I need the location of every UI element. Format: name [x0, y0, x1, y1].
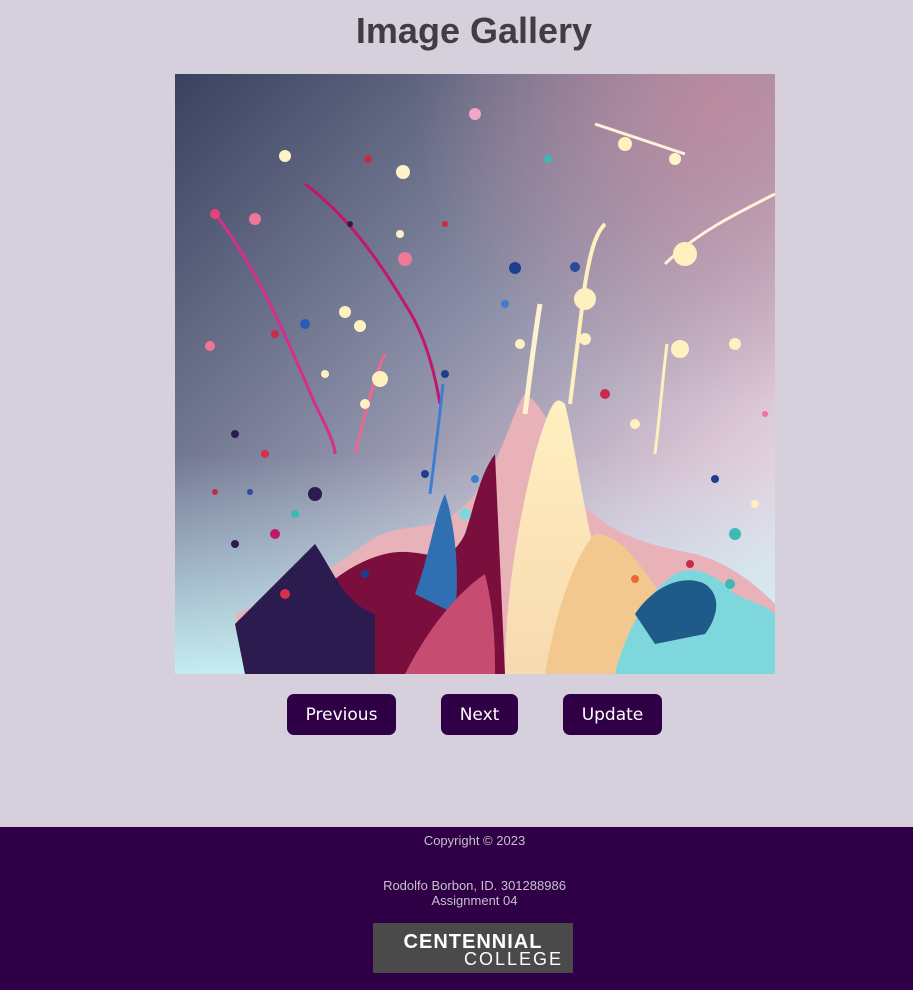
centennial-college-logo: CENTENNIAL COLLEGE [373, 923, 573, 973]
logo-text-bottom: COLLEGE [463, 949, 563, 969]
gallery-image [175, 74, 775, 674]
footer: Copyright © 2023 Rodolfo Borbon, ID. 301… [0, 827, 913, 990]
assignment-label: Assignment 04 [431, 893, 518, 908]
next-button[interactable]: Next [441, 694, 518, 735]
copyright-text: Copyright © 2023 [423, 833, 526, 848]
previous-button[interactable]: Previous [287, 694, 396, 735]
page-title: Image Gallery [355, 10, 593, 51]
paint-splash-image [175, 74, 775, 674]
author-info: Rodolfo Borbon, ID. 301288986 Assignment… [18, 878, 913, 908]
update-button[interactable]: Update [563, 694, 662, 735]
author-name-id: Rodolfo Borbon, ID. 301288986 [383, 878, 566, 893]
